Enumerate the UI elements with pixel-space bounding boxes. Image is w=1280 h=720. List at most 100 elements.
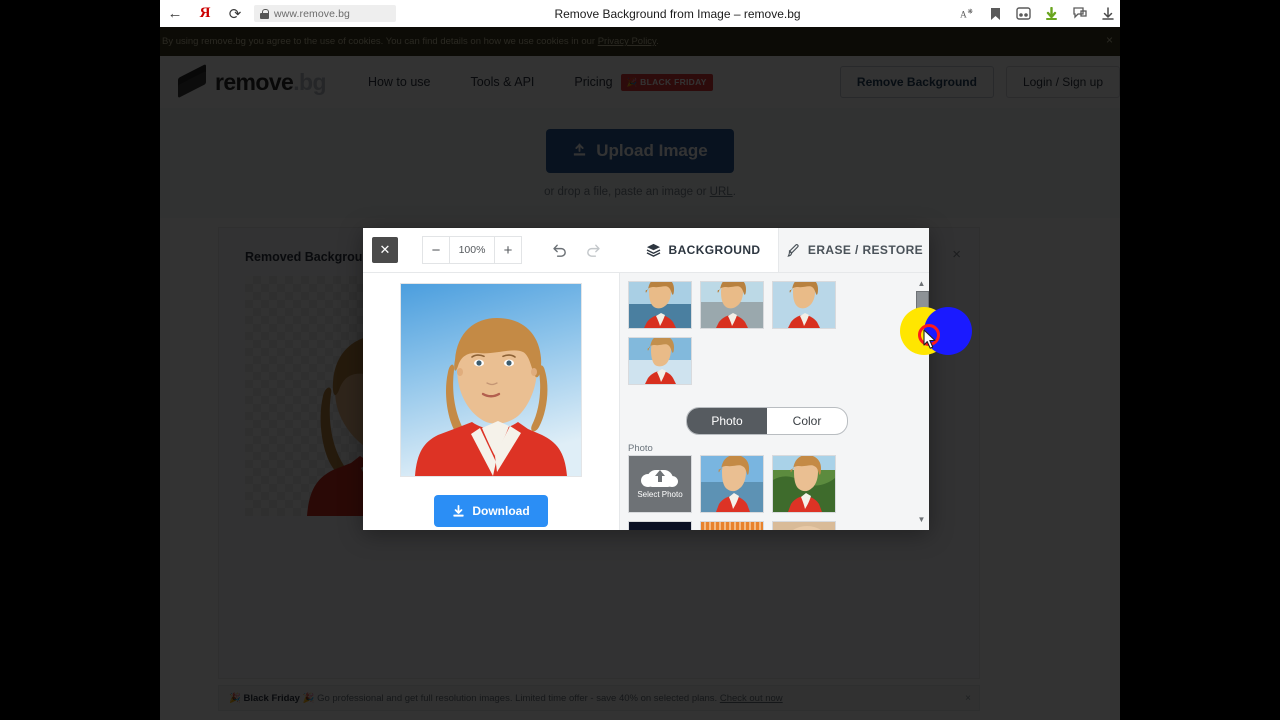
background-options-panel: Photo Color Photo Select Photo ▲ ▼ (620, 273, 929, 530)
logo-text-suffix: .bg (293, 68, 326, 95)
caret-up-icon[interactable]: ▲ (917, 279, 926, 288)
back-arrow-icon[interactable]: ← (160, 0, 190, 27)
screen: ← Я ⟳ www.remove.bg Remove Background fr… (0, 0, 1280, 720)
editor-download-label: Download (472, 504, 530, 518)
yandex-logo-icon[interactable]: Я (190, 0, 220, 27)
caret-down-icon[interactable]: ▼ (917, 515, 926, 524)
logo-text-main: remove (215, 68, 294, 95)
download-icon (453, 504, 464, 517)
recent-backgrounds-row-2 (628, 337, 911, 385)
photo-picker-grid: Select Photo (628, 455, 911, 530)
cookie-close-button[interactable]: × (1106, 33, 1113, 47)
background-mode-toggle[interactable]: Photo Color (686, 407, 848, 435)
zoom-in-button[interactable]: + (494, 236, 522, 264)
cloud-arrow-stem (658, 476, 662, 482)
reload-icon[interactable]: ⟳ (220, 0, 250, 27)
zoom-controls: − 100% + (422, 236, 522, 264)
toggle-option-photo[interactable]: Photo (687, 408, 767, 434)
save-icon[interactable] (1099, 5, 1116, 22)
result-title: Removed Background (245, 250, 378, 264)
editor-preview-panel: Download (363, 273, 620, 530)
editor-tabs: BACKGROUND ERASE / RESTORE (628, 228, 929, 272)
tab-erase-restore[interactable]: ERASE / RESTORE (778, 228, 929, 272)
cookie-banner-text: By using remove.bg you agree to the use … (160, 36, 659, 47)
url-link[interactable]: URL (710, 186, 733, 198)
recent-backgrounds-strip (628, 281, 911, 393)
list-item[interactable] (700, 455, 764, 513)
downloads-icon[interactable] (1043, 5, 1060, 22)
photo-section-label: Photo (628, 443, 653, 454)
redo-icon[interactable] (584, 241, 602, 259)
layers-icon (646, 243, 660, 257)
nav-links: How to use Tools & API Pricing 🎉 BLACK FR… (368, 73, 713, 91)
nav-item-tools-api[interactable]: Tools & API (470, 75, 534, 89)
svg-text:A: A (960, 10, 967, 20)
list-item[interactable] (628, 521, 692, 530)
site-navbar: remove.bg How to use Tools & API Pricing… (160, 56, 1120, 109)
upload-hint: or drop a file, paste an image or URL. (544, 186, 736, 198)
editor-close-button[interactable]: ✕ (372, 237, 398, 263)
toolbar-icon-group: A ❋ (959, 5, 1120, 22)
black-friday-badge: 🎉 BLACK FRIDAY (620, 73, 713, 91)
history-controls (550, 241, 602, 259)
list-item[interactable] (700, 281, 764, 329)
select-photo-button[interactable]: Select Photo (628, 455, 692, 513)
upload-icon (574, 143, 586, 156)
editor-download-button[interactable]: Download (434, 495, 548, 527)
editor-body: Download Photo Color Photo Select Photo … (363, 273, 929, 530)
photo-picker-row-2 (628, 521, 911, 530)
privacy-policy-link[interactable]: Privacy Policy (598, 36, 656, 47)
undo-icon[interactable] (550, 241, 568, 259)
toggle-option-color[interactable]: Color (767, 408, 847, 434)
address-bar[interactable]: www.remove.bg (254, 5, 396, 22)
promo-link[interactable]: Check out now (720, 693, 783, 704)
reading-mode-icon[interactable]: A ❋ (959, 5, 976, 22)
list-item[interactable] (700, 521, 764, 530)
nav-item-pricing-label: Pricing (574, 74, 613, 89)
list-item[interactable] (628, 337, 692, 385)
promo-badge: 🎉 Black Friday 🎉 (229, 692, 315, 704)
photo-picker-row-1: Select Photo (628, 455, 911, 513)
login-signup-button[interactable]: Login / Sign up (1005, 66, 1120, 98)
upload-hint-suffix: . (732, 185, 736, 198)
preview-image (400, 283, 582, 477)
background-editor-modal: ✕ − 100% + BACKGROUND ERASE / RESTORE Do… (363, 228, 929, 530)
logo-layers-icon (178, 63, 206, 99)
cookie-banner: By using remove.bg you agree to the use … (160, 27, 1120, 56)
tab-background[interactable]: BACKGROUND (628, 228, 778, 272)
bookmark-icon[interactable] (987, 5, 1004, 22)
promo-close-button[interactable]: × (965, 693, 979, 704)
hero-section: Upload Image or drop a file, paste an im… (160, 108, 1120, 218)
left-letterbox (0, 0, 160, 720)
logo-text: remove.bg (215, 68, 327, 96)
remove-background-button[interactable]: Remove Background (839, 66, 994, 98)
site-logo[interactable]: remove.bg (178, 63, 327, 99)
recent-backgrounds-row-1 (628, 281, 911, 329)
zoom-level-value: 100% (450, 236, 494, 264)
list-item[interactable] (628, 281, 692, 329)
nav-actions: Remove Background Login / Sign up (839, 66, 1120, 98)
promo-body: Go professional and get full resolution … (314, 692, 720, 704)
promo-text: 🎉 Black Friday 🎉 Go professional and get… (219, 693, 783, 704)
tab-background-label: BACKGROUND (668, 243, 761, 257)
editor-left-tools: ✕ − 100% + (363, 228, 628, 272)
upload-image-button[interactable]: Upload Image (546, 128, 734, 173)
zoom-out-button[interactable]: − (422, 236, 450, 264)
list-item[interactable] (772, 281, 836, 329)
upload-image-label: Upload Image (596, 140, 708, 160)
mouse-pointer-icon (923, 329, 936, 349)
result-close-button[interactable]: × (952, 246, 961, 263)
svg-text:❋: ❋ (968, 8, 974, 16)
cookie-text-end: . (656, 36, 659, 47)
page-title: Remove Background from Image – remove.bg (554, 6, 801, 21)
notes-icon[interactable] (1071, 5, 1088, 22)
editor-toolbar: ✕ − 100% + BACKGROUND ERASE / RESTORE (363, 228, 929, 273)
cookie-text-body: By using remove.bg you agree to the use … (162, 36, 598, 47)
right-letterbox (1120, 0, 1280, 720)
collections-icon[interactable] (1015, 5, 1032, 22)
lock-icon (260, 8, 269, 19)
nav-item-how-to-use[interactable]: How to use (368, 75, 431, 89)
list-item[interactable] (772, 521, 836, 530)
list-item[interactable] (772, 455, 836, 513)
nav-item-pricing[interactable]: Pricing 🎉 BLACK FRIDAY (574, 73, 713, 91)
